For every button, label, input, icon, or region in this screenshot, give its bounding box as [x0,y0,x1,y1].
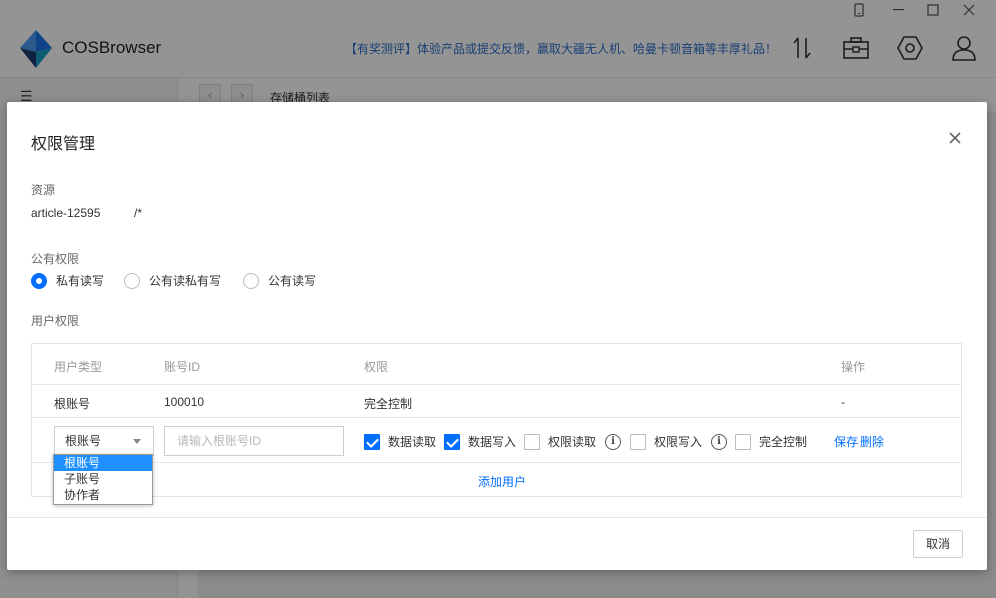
row-permission: 完全控制 [364,397,413,411]
resource-path: /* [134,206,143,220]
checkbox-data-read[interactable]: 数据读取 [364,433,436,450]
checkbox-label: 完全控制 [759,435,808,449]
add-user-link[interactable]: 添加用户 [478,473,526,490]
public-permission-label: 公有权限 [31,252,80,266]
checkbox-acl-read[interactable]: 权限读取 i [524,433,622,450]
row-action: - [841,395,845,409]
checkbox-data-write[interactable]: 数据写入 [444,433,516,450]
checkbox-label: 数据写入 [468,435,517,449]
header-account-id: 账号ID [164,360,201,374]
permission-dialog: 权限管理 资源 article-12595 /* 公有权限 私有读写 公有读私有… [7,102,987,570]
checkbox-full-control[interactable]: 完全控制 [735,433,807,450]
resource-name: article-12595 [31,206,101,220]
dropdown-option-collaborator[interactable]: 协作者 [54,487,152,503]
header-user-type: 用户类型 [54,360,103,374]
select-value: 根账号 [65,434,102,448]
radio-private-rw[interactable]: 私有读写 [31,272,104,289]
checkbox-box[interactable] [444,433,460,450]
header-permission: 权限 [364,360,389,374]
save-link[interactable]: 保存 [834,433,858,450]
header-action: 操作 [841,360,866,374]
info-icon[interactable]: i [711,433,728,450]
radio-dot[interactable] [243,272,259,289]
radio-dot[interactable] [124,272,140,289]
user-type-dropdown: 根账号 子账号 协作者 [53,454,153,505]
checkbox-acl-write[interactable]: 权限写入 i [630,433,728,450]
checkbox-label: 数据读取 [388,435,437,449]
checkbox-label: 权限读取 [548,435,597,449]
chevron-down-icon [133,439,141,444]
checkbox-box[interactable] [630,433,646,450]
radio-dot[interactable] [31,272,47,289]
radio-public-rw[interactable]: 公有读写 [243,272,316,289]
radio-public-read[interactable]: 公有读私有写 [124,272,221,289]
checkbox-box[interactable] [735,433,751,450]
user-type-select[interactable]: 根账号 [54,426,154,456]
table-divider [32,462,961,463]
row-account-id: 100010 [164,395,205,409]
user-permission-table: 用户类型 账号ID 权限 操作 根账号 100010 完全控制 - 根账号 数据… [31,343,962,497]
dialog-title: 权限管理 [31,136,96,153]
user-permission-label: 用户权限 [31,314,80,328]
footer-divider [7,517,987,518]
table-divider [32,384,961,385]
resource-label: 资源 [31,183,56,197]
dropdown-option-sub[interactable]: 子账号 [54,471,152,487]
checkbox-box[interactable] [524,433,540,450]
delete-link[interactable]: 删除 [860,433,884,450]
radio-label: 私有读写 [56,274,105,288]
info-icon[interactable]: i [605,433,622,450]
close-icon[interactable] [945,128,965,148]
radio-label: 公有读写 [268,274,317,288]
account-id-input[interactable] [164,426,344,456]
row-user-type: 根账号 [54,397,91,411]
cancel-button[interactable]: 取消 [913,530,963,558]
checkbox-label: 权限写入 [654,435,703,449]
table-divider [32,417,961,418]
dropdown-option-root[interactable]: 根账号 [54,455,152,471]
radio-label: 公有读私有写 [149,274,222,288]
checkbox-box[interactable] [364,433,380,450]
